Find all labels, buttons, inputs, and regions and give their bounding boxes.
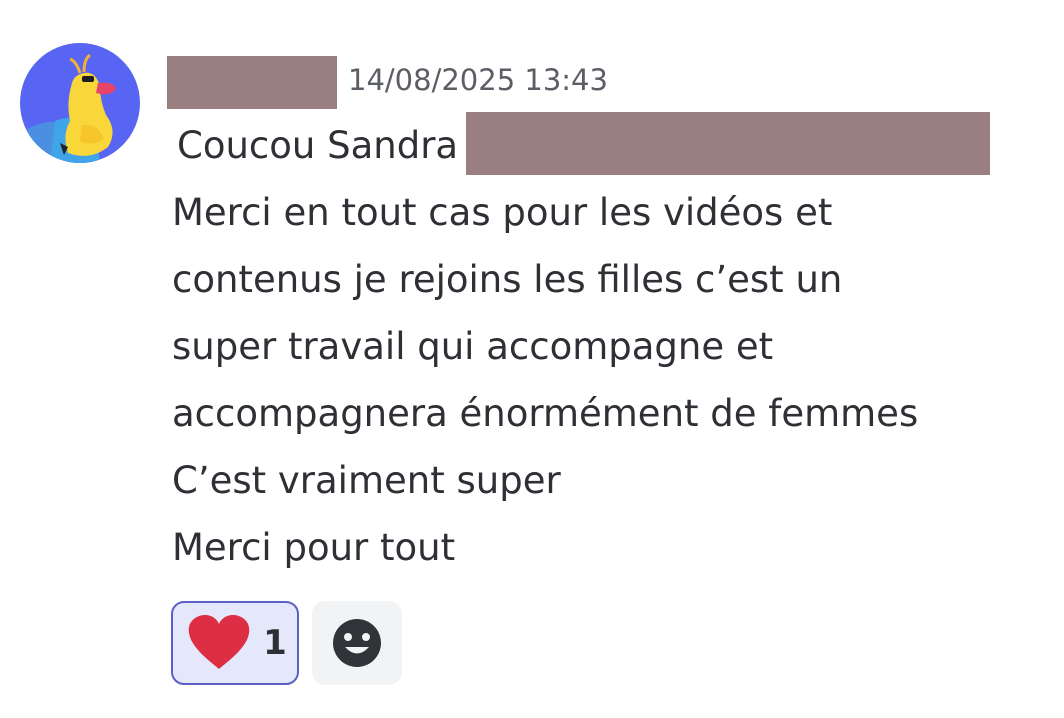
message-body: Coucou Sandra Merci en tout cas pour les…: [172, 112, 1052, 581]
duck-avatar-icon: [20, 43, 140, 163]
message-line: C’est vraiment super: [172, 459, 561, 502]
redacted-text: [466, 112, 991, 175]
add-reaction-button[interactable]: [312, 601, 402, 685]
message-line: super travail qui accompagne et: [172, 325, 774, 368]
message-timestamp: 14/08/2025 13:43: [348, 63, 608, 97]
user-avatar[interactable]: [20, 43, 140, 163]
redacted-username: [167, 56, 337, 109]
red-heart-icon: [188, 615, 250, 669]
message-line: Merci en tout cas pour les vidéos et: [172, 191, 833, 234]
smiley-face-icon: [333, 619, 381, 667]
message-line: contenus je rejoins les filles c’est un: [172, 258, 843, 301]
message-line: accompagnera énormément de femmes: [172, 392, 919, 435]
message-text: Coucou Sandra: [177, 124, 459, 167]
heart-reaction-button[interactable]: 1: [171, 601, 299, 685]
message-line: Coucou Sandra: [172, 112, 1052, 179]
reaction-count: 1: [263, 623, 287, 663]
message-line: Merci pour tout: [172, 526, 456, 569]
